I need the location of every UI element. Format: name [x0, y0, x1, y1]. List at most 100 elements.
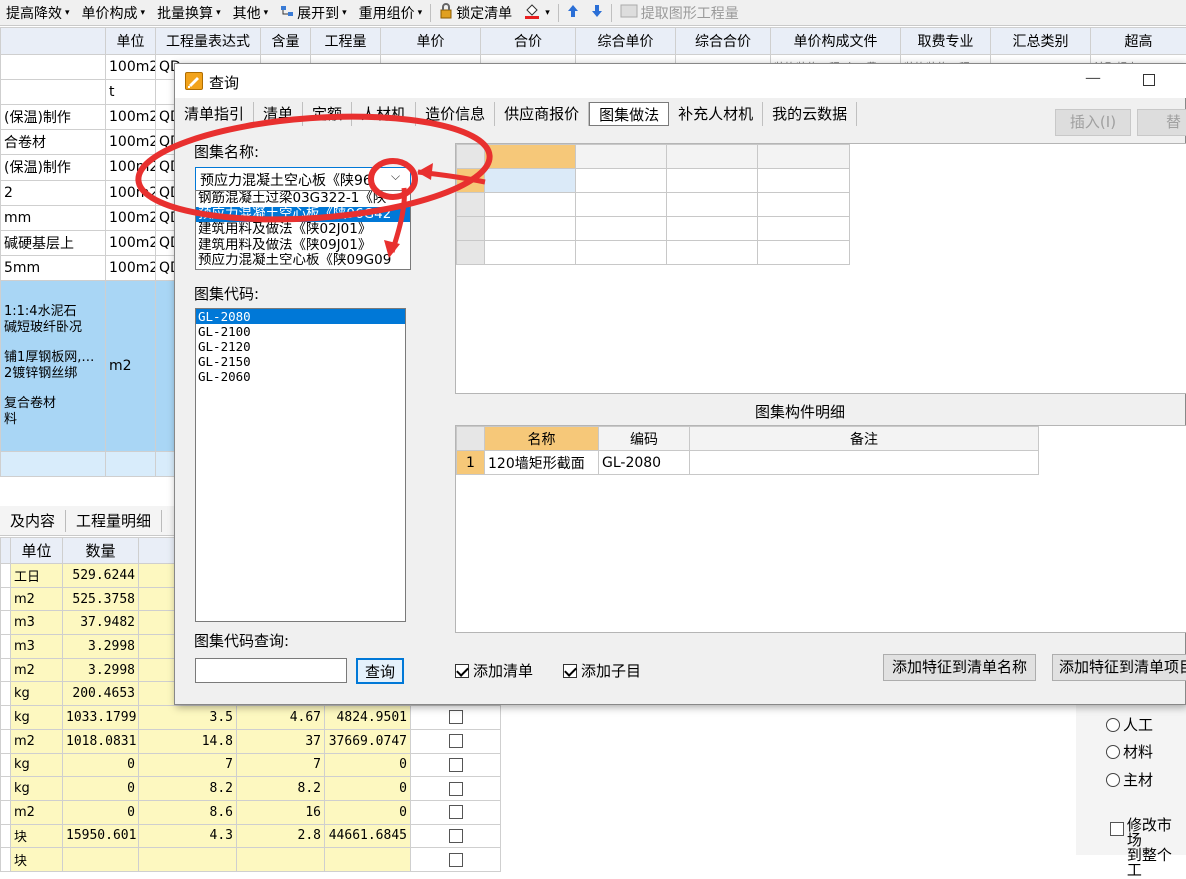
table-row[interactable]: kg08.28.20 [1, 777, 501, 801]
dropdown-arrow-icon: ▾ [264, 8, 269, 18]
column-header[interactable]: 工程量 [311, 28, 381, 55]
tab-0[interactable]: 清单指引 [175, 102, 254, 126]
dropdown-item[interactable]: 钢筋混凝土过梁03G322-1《陕 [196, 191, 410, 207]
bottom-tab[interactable]: 工程量明细 [66, 510, 162, 532]
table-row[interactable]: 1120墙矩形截面GL-2080 [457, 451, 1039, 475]
add-feature-to-item-button[interactable]: 添加特征到清单项目 [1052, 654, 1186, 681]
radio-material[interactable]: 材料 [1106, 741, 1153, 762]
column-header[interactable]: 单位 [106, 28, 156, 55]
dropdown-item[interactable]: 预应力混凝土空心板《陕09G09 [196, 253, 410, 269]
code-query-label: 图集代码查询: [194, 630, 289, 651]
toolbar-item-重用组价[interactable]: 重用组价▾ [353, 0, 429, 26]
column-header[interactable]: 超高 [1091, 28, 1186, 55]
checkbox-icon[interactable] [449, 734, 463, 748]
toolbar-separator [430, 4, 431, 22]
list-item[interactable]: GL-2060 [196, 369, 405, 384]
toolbar-item-提高降效[interactable]: 提高降效▾ [0, 0, 76, 26]
column-header[interactable] [1, 538, 11, 564]
list-item[interactable]: GL-2150 [196, 354, 405, 369]
table-row[interactable]: m21018.083114.83737669.0747 [1, 729, 501, 753]
query-button[interactable]: 查询 [356, 658, 404, 684]
list-item[interactable]: GL-2080 [196, 309, 405, 324]
table-row[interactable]: 块15950.6014.32.844661.6845 [1, 824, 501, 848]
dropdown-item[interactable]: 建筑用料及做法《陕09J01》 [196, 238, 410, 254]
column-header[interactable]: 汇总类别 [991, 28, 1091, 55]
dropdown-item[interactable]: 建筑用料及做法《陕02J01》 [196, 222, 410, 238]
column-header[interactable] [1, 28, 106, 55]
atlas-method-grid [456, 144, 850, 265]
table-row[interactable]: 块 [1, 848, 501, 872]
column-header[interactable]: 含量 [261, 28, 311, 55]
radio-circle-icon [1106, 745, 1120, 759]
dropdown-arrow-icon: ▾ [65, 8, 70, 18]
column-header[interactable]: 工程量表达式 [156, 28, 261, 55]
toolbar-item-单价构成[interactable]: 单价构成▾ [76, 0, 152, 26]
dialog-titlebar: 查询 — [175, 64, 1186, 98]
dialog-title: 查询 [209, 72, 239, 93]
tab-6[interactable]: 图集做法 [589, 102, 669, 126]
tab-1[interactable]: 清单 [254, 102, 303, 126]
toolbar-item-arrow-down[interactable] [585, 0, 609, 26]
toolbar-item-批量换算[interactable]: 批量换算▾ [151, 0, 227, 26]
column-header[interactable]: 数量 [63, 538, 139, 564]
modify-market-checkbox[interactable]: 修改市场到整个工 [1110, 818, 1186, 878]
insert-button[interactable]: 插入(I) [1055, 109, 1131, 136]
main-toolbar: 提高降效▾单价构成▾批量换算▾其他▾展开到▾重用组价▾锁定清单▾提取图形工程量 [0, 0, 1186, 26]
lock-icon [439, 3, 453, 23]
dropdown-item[interactable]: 预应力混凝土空心板《陕96G42 [196, 207, 410, 223]
toolbar-item-展开到[interactable]: 展开到▾ [274, 0, 353, 26]
atlas-name-combobox[interactable]: 预应力混凝土空心板《陕96 ⌵ [195, 167, 411, 191]
chevron-down-icon[interactable]: ⌵ [391, 169, 400, 184]
tab-5[interactable]: 供应商报价 [495, 102, 589, 126]
paint-bucket-icon [524, 3, 542, 23]
toolbar-item-其他[interactable]: 其他▾ [227, 0, 275, 26]
checkbox-icon[interactable] [449, 805, 463, 819]
column-header[interactable]: 单价构成文件 [771, 28, 901, 55]
toolbar-item-paint-bucket[interactable]: ▾ [518, 0, 556, 26]
toolbar-item-锁定清单[interactable]: 锁定清单 [433, 0, 518, 26]
radio-main-material[interactable]: 主材 [1106, 769, 1153, 790]
add-feature-to-name-button[interactable]: 添加特征到清单名称 [883, 654, 1036, 681]
maximize-icon[interactable] [1143, 74, 1155, 86]
column-header[interactable]: 单位 [11, 538, 63, 564]
app-logo-icon [185, 72, 203, 90]
tab-7[interactable]: 补充人材机 [669, 102, 763, 126]
atlas-name-value: 预应力混凝土空心板《陕96 [200, 170, 380, 190]
column-header[interactable]: 单价 [381, 28, 481, 55]
code-query-input[interactable] [195, 658, 347, 683]
toolbar-item-提取图形工程量[interactable]: 提取图形工程量 [614, 0, 745, 26]
column-header[interactable]: 合价 [481, 28, 576, 55]
radio-labor[interactable]: 人工 [1106, 714, 1153, 735]
bottom-tab[interactable]: 及内容 [0, 510, 66, 532]
add-sub-checkbox[interactable]: 添加子目 [563, 660, 641, 681]
tab-3[interactable]: 人材机 [352, 102, 416, 126]
column-header[interactable]: 名称 [485, 427, 599, 451]
atlas-method-area [455, 143, 1186, 394]
tab-4[interactable]: 造价信息 [416, 102, 495, 126]
checkbox-icon[interactable] [449, 710, 463, 724]
checkbox-icon[interactable] [449, 829, 463, 843]
grid-cell[interactable] [485, 169, 576, 193]
list-item[interactable]: GL-2120 [196, 339, 405, 354]
table-row[interactable]: kg1033.17993.54.674824.9501 [1, 706, 501, 730]
checkbox-icon[interactable] [449, 782, 463, 796]
tab-2[interactable]: 定额 [303, 102, 352, 126]
atlas-code-list: GL-2080GL-2100GL-2120GL-2150GL-2060 [195, 308, 406, 622]
add-list-checkbox[interactable]: 添加清单 [455, 660, 533, 681]
column-header[interactable]: 综合合价 [676, 28, 771, 55]
replace-button[interactable]: 替 [1137, 109, 1186, 136]
arrow-up-icon [567, 4, 579, 22]
list-item[interactable]: GL-2100 [196, 324, 405, 339]
expand-icon [280, 4, 294, 22]
column-header[interactable]: 备注 [690, 427, 1039, 451]
table-row[interactable]: m208.6160 [1, 800, 501, 824]
toolbar-item-arrow-up[interactable] [561, 0, 585, 26]
tab-8[interactable]: 我的云数据 [763, 102, 857, 126]
column-header[interactable]: 综合单价 [576, 28, 676, 55]
table-row[interactable]: kg0770 [1, 753, 501, 777]
column-header[interactable]: 编码 [599, 427, 690, 451]
market-price-panel: 人工 材料 主材 修改市场到整个工 [1076, 700, 1186, 855]
checkbox-icon[interactable] [449, 758, 463, 772]
minimize-icon[interactable]: — [1085, 68, 1101, 87]
column-header[interactable]: 取费专业 [901, 28, 991, 55]
